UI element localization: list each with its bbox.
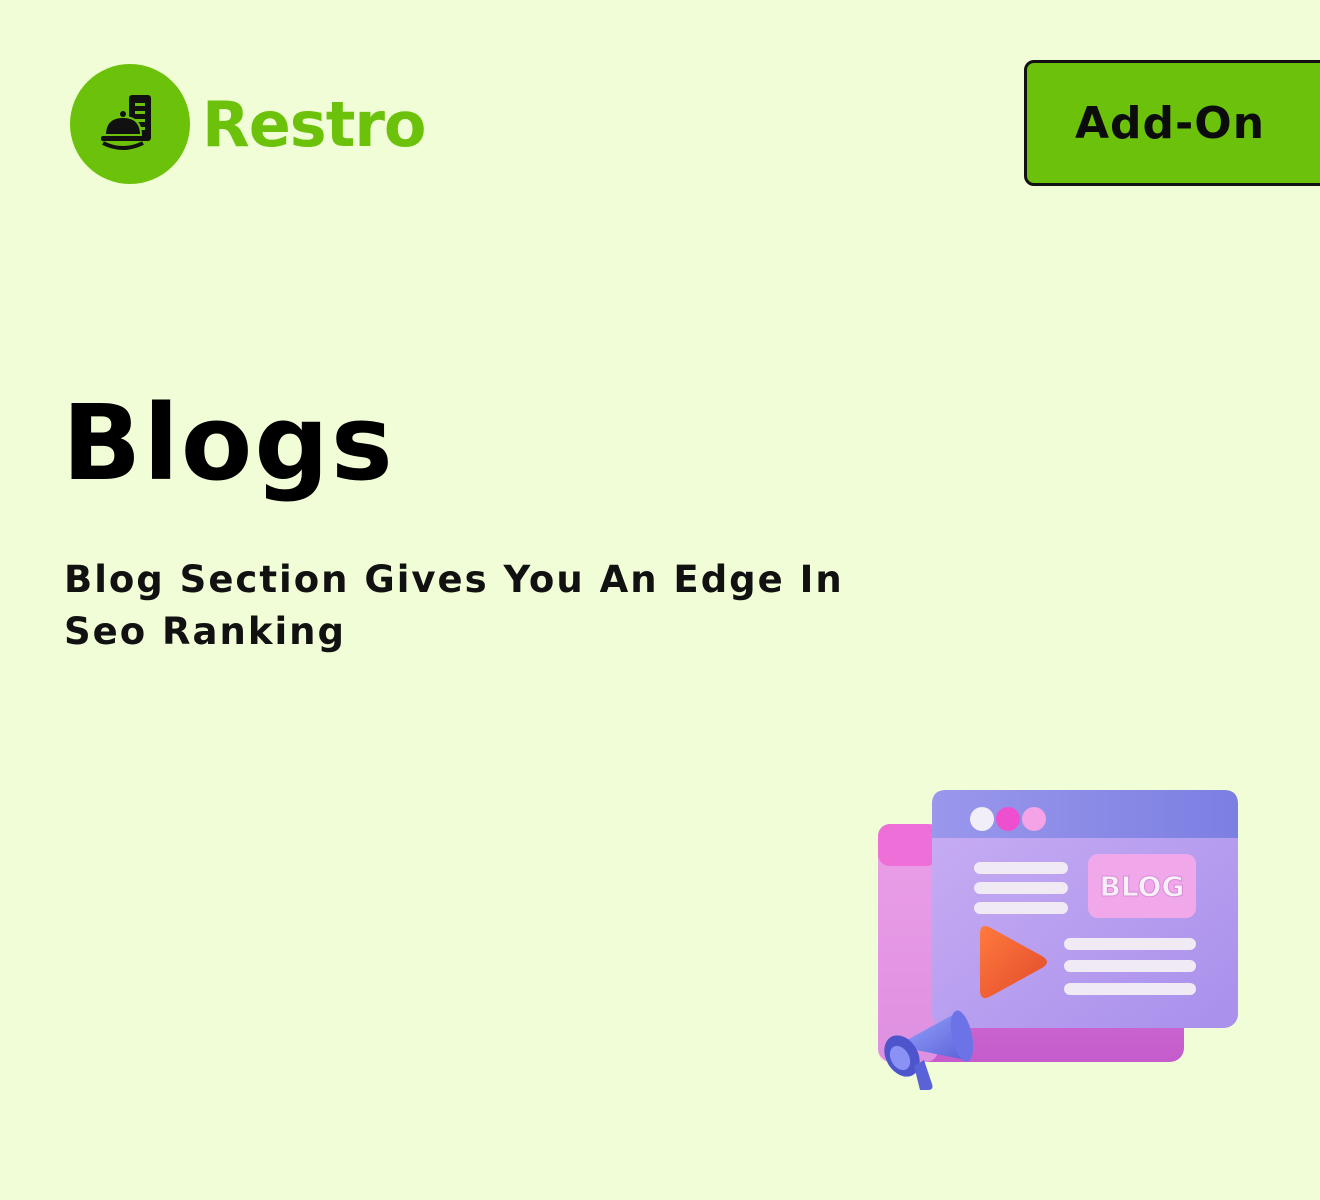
brand-logo[interactable]: Restro	[70, 64, 427, 184]
restaurant-bell-icon	[70, 64, 190, 184]
page-title: Blogs	[62, 382, 395, 504]
blog-browser-illustration: BLOG	[870, 784, 1250, 1104]
blog-badge-text: BLOG	[1100, 870, 1185, 903]
page-subtitle: Blog Section Gives You An Edge In Seo Ra…	[64, 558, 844, 653]
addon-button[interactable]: Add-On	[1024, 60, 1320, 186]
brand-name: Restro	[202, 87, 427, 161]
